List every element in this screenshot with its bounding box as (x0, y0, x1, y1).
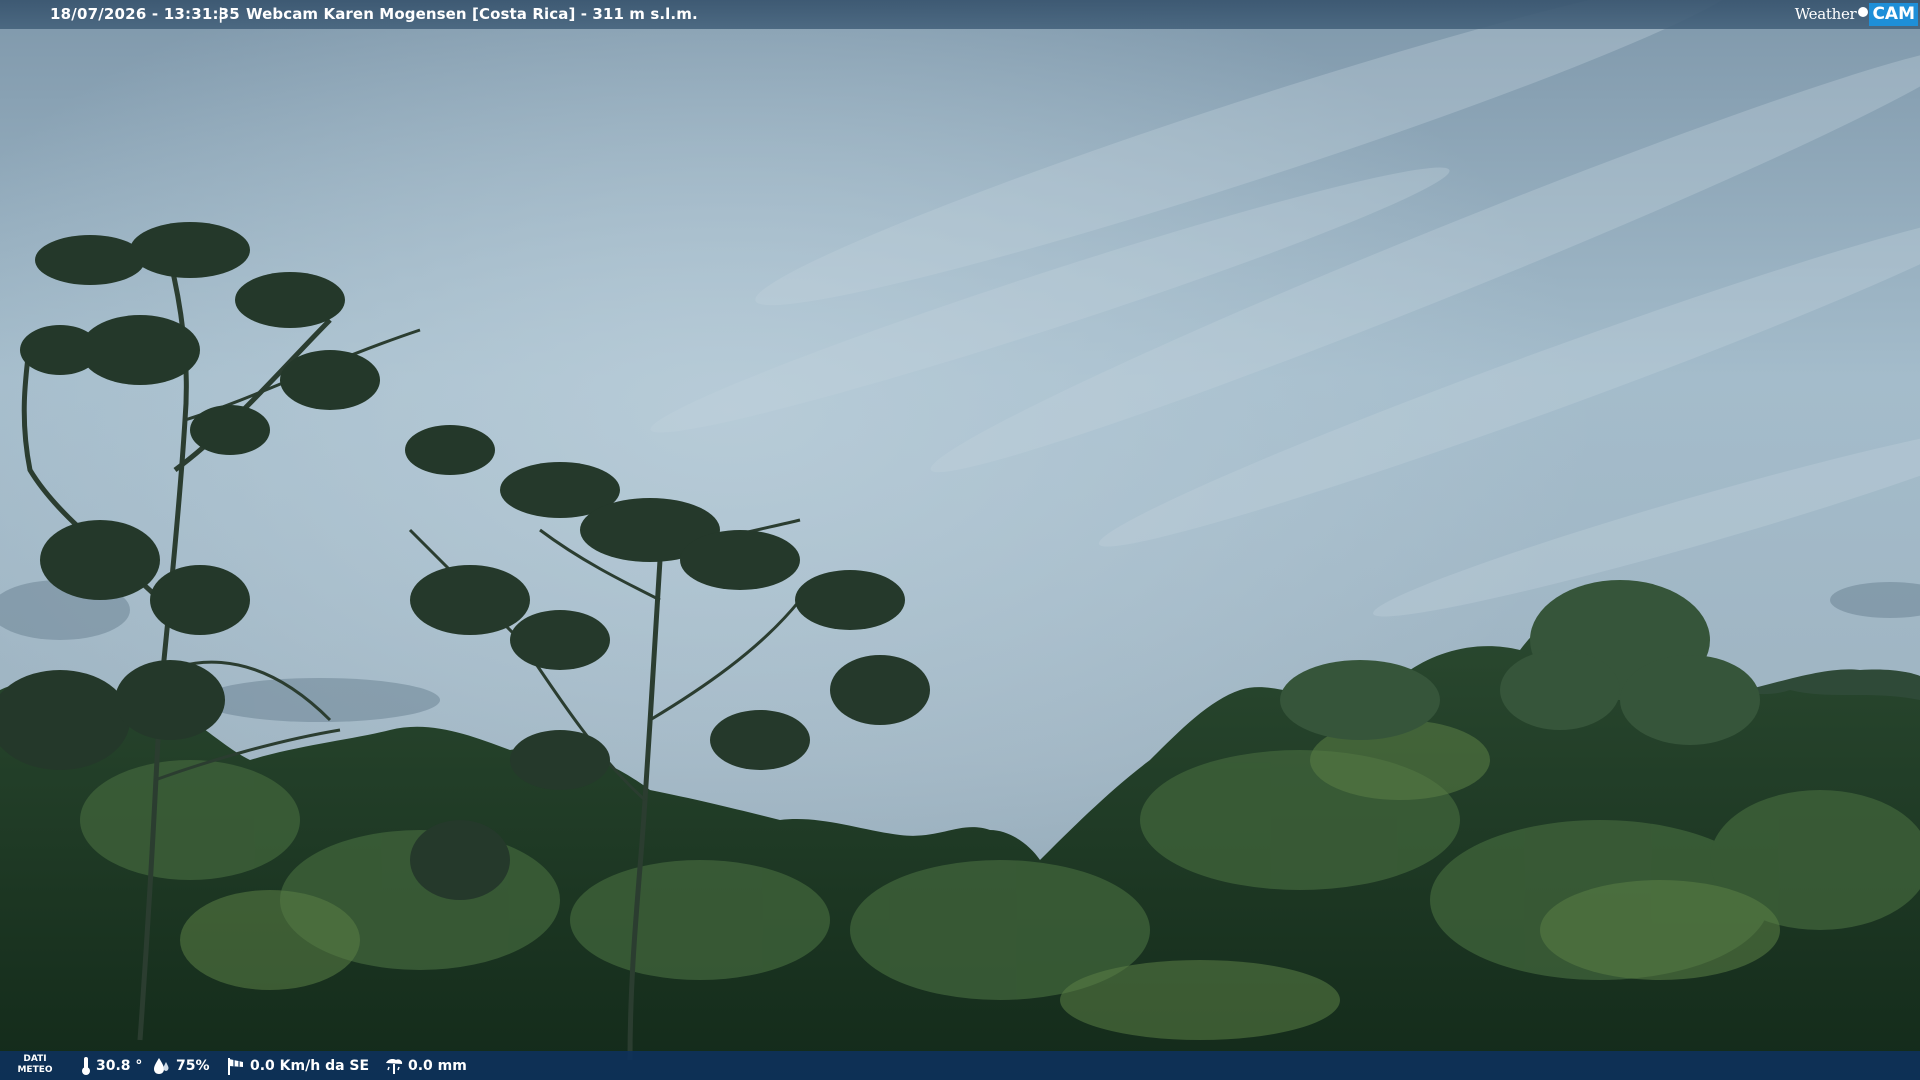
wind-reading: 0.0 Km/h da SE (226, 1051, 369, 1080)
logo-cam-text: CAM (1869, 3, 1918, 26)
temperature-reading: 30.8 ° (80, 1051, 142, 1080)
temperature-value: 30.8 ° (96, 1057, 143, 1074)
weather-data-label-line1: DATI (23, 1054, 47, 1064)
weathercam-logo: Weather CAM (1795, 3, 1918, 26)
separator: | (218, 5, 224, 23)
timestamp: 18/07/2026 - 13:31:35 (50, 5, 240, 23)
wind-value: 0.0 Km/h da SE (250, 1057, 370, 1074)
humidity-drop-icon (154, 1057, 169, 1074)
rain-gauge-icon (386, 1058, 403, 1074)
rain-value: 0.0 mm (408, 1057, 467, 1074)
webcam-image (0, 0, 1920, 1080)
logo-weather-text: Weather (1794, 5, 1857, 23)
webcam-header-bar: 18/07/2026 - 13:31:35 | Webcam Karen Mog… (0, 0, 1920, 29)
weather-data-label-line2: METEO (17, 1065, 53, 1075)
humidity-reading: 75% (152, 1051, 210, 1080)
windsock-icon (228, 1057, 243, 1075)
weather-data-bar: DATI METEO 30.8 ° 75% 0.0 Km/h da SE 0.0… (0, 1051, 1920, 1080)
weather-data-label: DATI METEO (16, 1054, 54, 1076)
webcam-title: Webcam Karen Mogensen [Costa Rica] - 311… (246, 5, 698, 23)
rain-reading: 0.0 mm (384, 1051, 467, 1080)
webcam-frame: 18/07/2026 - 13:31:35 | Webcam Karen Mog… (0, 0, 1920, 1080)
thermometer-icon (82, 1056, 90, 1075)
humidity-value: 75% (176, 1057, 210, 1074)
logo-dot-icon (1858, 6, 1869, 17)
